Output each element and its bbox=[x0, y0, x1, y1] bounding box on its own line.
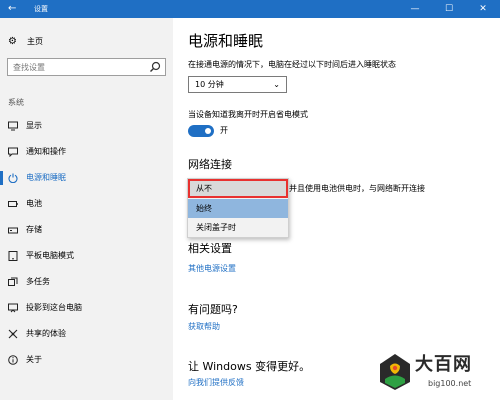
sleep-description: 在接通电源的情况下，电脑在经过以下时间后进入睡眠状态 bbox=[188, 60, 396, 69]
power-icon bbox=[8, 173, 18, 183]
sidebar-item-about[interactable]: 关于 bbox=[0, 350, 173, 370]
sidebar-item-label: 多任务 bbox=[26, 277, 50, 286]
sidebar-item-label: 通知和操作 bbox=[26, 147, 66, 156]
share-icon bbox=[8, 329, 18, 339]
page-title: 电源和睡眠 bbox=[188, 32, 264, 50]
toggle-knob bbox=[205, 128, 211, 134]
network-options-popup: 从不 始终 关闭盖子时 bbox=[187, 178, 289, 238]
sidebar-item-battery[interactable]: 电池 bbox=[0, 194, 173, 214]
close-button[interactable]: ✕ bbox=[466, 0, 500, 18]
question-heading: 有问题吗? bbox=[188, 303, 238, 316]
search-placeholder: 查找设置 bbox=[13, 63, 45, 72]
watermark: 大百网 big100.net bbox=[378, 352, 498, 398]
watermark-name: 大百网 bbox=[415, 354, 472, 375]
sidebar-item-label: 电池 bbox=[26, 199, 42, 208]
sidebar-item-power-sleep[interactable]: 电源和睡眠 bbox=[0, 168, 173, 188]
related-settings-heading: 相关设置 bbox=[188, 242, 232, 255]
tablet-icon bbox=[8, 251, 18, 261]
network-option-lid-closed[interactable]: 关闭盖子时 bbox=[188, 218, 288, 237]
sidebar-item-label: 投影到这台电脑 bbox=[26, 303, 82, 312]
sidebar-item-label: 电源和睡眠 bbox=[26, 173, 66, 182]
network-option-never[interactable]: 从不 bbox=[188, 179, 288, 198]
section-label-system: 系统 bbox=[8, 98, 24, 107]
main-content: 电源和睡眠 在接通电源的情况下，电脑在经过以下时间后进入睡眠状态 10 分钟 ⌄… bbox=[173, 18, 500, 400]
network-description: 并且使用电池供电时，与网络断开连接 bbox=[289, 184, 425, 193]
sidebar-item-multitasking[interactable]: 多任务 bbox=[0, 272, 173, 292]
sleep-time-dropdown[interactable]: 10 分钟 ⌄ bbox=[188, 76, 287, 93]
sidebar-item-label: 显示 bbox=[26, 121, 42, 130]
option-label: 关闭盖子时 bbox=[196, 223, 236, 232]
search-input[interactable]: 查找设置 bbox=[7, 58, 166, 76]
title-bar: ← 设置 — ☐ ✕ bbox=[0, 0, 500, 18]
get-help-link[interactable]: 获取帮助 bbox=[188, 322, 220, 332]
watermark-url: big100.net bbox=[428, 379, 472, 388]
other-power-settings-link[interactable]: 其他电源设置 bbox=[188, 264, 236, 274]
sidebar-item-tablet-mode[interactable]: 平板电脑模式 bbox=[0, 246, 173, 266]
project-icon bbox=[8, 303, 18, 313]
option-label: 从不 bbox=[196, 184, 212, 193]
multitask-icon bbox=[8, 277, 18, 286]
sidebar-item-project-to-pc[interactable]: 投影到这台电脑 bbox=[0, 298, 173, 318]
network-heading: 网络连接 bbox=[188, 158, 232, 171]
notification-icon bbox=[8, 147, 18, 157]
sidebar-item-label: 存储 bbox=[26, 225, 42, 234]
maximize-button[interactable]: ☐ bbox=[432, 0, 466, 18]
battery-icon bbox=[8, 201, 18, 207]
minimize-button[interactable]: — bbox=[398, 0, 432, 18]
window-title: 设置 bbox=[34, 5, 48, 13]
info-icon bbox=[8, 355, 18, 365]
option-label: 始终 bbox=[196, 204, 212, 213]
active-indicator bbox=[0, 171, 3, 185]
away-mode-label: 当设备知道我离开时开启省电模式 bbox=[188, 110, 308, 119]
storage-icon bbox=[8, 227, 18, 234]
sidebar: ⚙ 主页 查找设置 系统 显示 通知和操作 电源和睡眠 电池 存储 平板电脑模式… bbox=[0, 18, 173, 400]
sidebar-item-display[interactable]: 显示 bbox=[0, 116, 173, 136]
improve-windows-heading: 让 Windows 变得更好。 bbox=[188, 360, 311, 373]
home-label: 主页 bbox=[27, 37, 43, 46]
watermark-logo-icon bbox=[380, 354, 410, 390]
back-arrow-icon[interactable]: ← bbox=[8, 3, 16, 15]
give-feedback-link[interactable]: 向我们提供反馈 bbox=[188, 378, 244, 388]
sidebar-home-link[interactable]: ⚙ 主页 bbox=[8, 35, 158, 49]
sleep-time-value: 10 分钟 bbox=[195, 80, 224, 89]
search-icon[interactable] bbox=[148, 60, 162, 74]
chevron-down-icon: ⌄ bbox=[273, 80, 280, 89]
away-mode-toggle[interactable] bbox=[188, 125, 214, 137]
sidebar-item-notifications[interactable]: 通知和操作 bbox=[0, 142, 173, 162]
toggle-state-label: 开 bbox=[220, 126, 228, 135]
sidebar-item-storage[interactable]: 存储 bbox=[0, 220, 173, 240]
network-option-always[interactable]: 始终 bbox=[188, 199, 288, 218]
monitor-icon bbox=[8, 121, 18, 131]
sidebar-item-label: 关于 bbox=[26, 355, 42, 364]
sidebar-item-label: 平板电脑模式 bbox=[26, 251, 74, 260]
sidebar-item-label: 共享的体验 bbox=[26, 329, 66, 338]
sidebar-item-shared-experiences[interactable]: 共享的体验 bbox=[0, 324, 173, 344]
gear-icon: ⚙ bbox=[8, 36, 17, 47]
